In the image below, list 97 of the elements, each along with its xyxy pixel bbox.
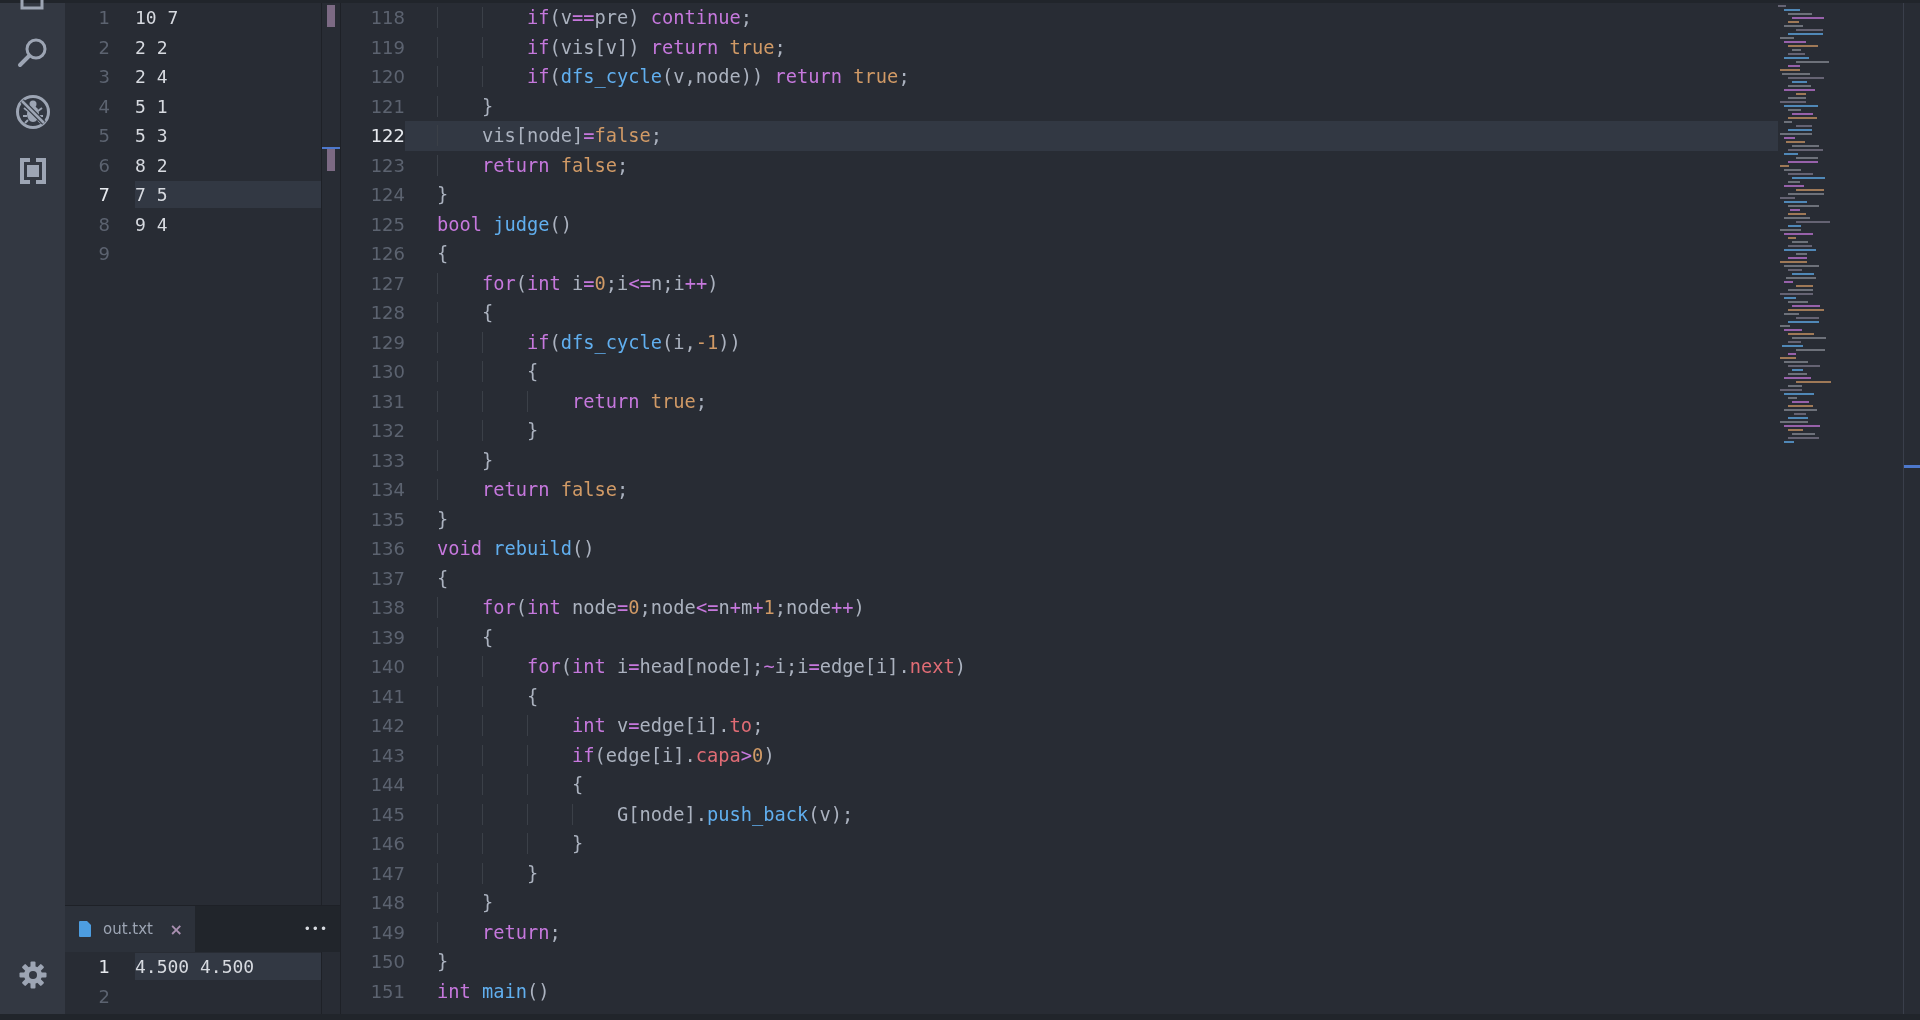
line-number: 118 (369, 6, 405, 30)
code-line: if(vis[v]) return true; (405, 32, 1778, 62)
code-line: if(dfs_cycle(i,-1)) (405, 327, 1778, 357)
line-number: 125 (369, 212, 405, 237)
settings-icon[interactable] (17, 960, 48, 990)
line-number: 131 (369, 389, 405, 414)
code-line: for(int i=0;i<=n;i++) (405, 268, 1778, 298)
line-number: 136 (369, 537, 405, 561)
code-line: } (436, 507, 450, 532)
line-number: 133 (369, 448, 405, 473)
code-line: return true; (405, 386, 1778, 416)
code-line: } (405, 445, 1778, 475)
code-line: 9 4 (135, 212, 169, 237)
line-number: 4 (97, 95, 111, 117)
code-line: 2 4 (135, 65, 169, 90)
line-number: 141 (369, 684, 405, 709)
scroll-marker (327, 149, 335, 171)
code-line: { (436, 566, 450, 591)
code-line: G[node].push_back(v); (405, 799, 1778, 829)
line-number: 142 (369, 714, 405, 738)
line-number: 2 (97, 36, 111, 58)
code-line: 5 1 (135, 94, 169, 119)
extension-icon[interactable] (17, 156, 48, 186)
line-number: 122 (369, 124, 405, 148)
code-line: } (436, 950, 450, 974)
line-number: 146 (369, 832, 405, 856)
code-line: } (405, 416, 1778, 446)
line-number: 126 (369, 242, 405, 266)
code-line: } (405, 91, 1778, 121)
line-number: 149 (369, 920, 405, 945)
code-line: return false; (405, 150, 1778, 180)
code-line: bool judge() (436, 212, 574, 237)
line-number: 130 (369, 360, 405, 384)
cursor-marker (322, 147, 340, 149)
code-line: 10 7 (135, 6, 180, 31)
file-tab[interactable]: out.txt × (65, 906, 195, 952)
line-number: 1 (97, 7, 111, 29)
code-line: return; (405, 917, 1778, 947)
line-number: 1 (97, 956, 111, 978)
line-number: 9 (97, 243, 111, 265)
file-icon (79, 921, 91, 937)
line-number: 7 (97, 184, 111, 206)
code-line: } (405, 829, 1778, 859)
code-line: for(int node=0;node<=n+m+1;node++) (405, 593, 1778, 623)
line-number: 139 (369, 625, 405, 650)
code-line: { (436, 242, 450, 266)
code-line: } (405, 858, 1778, 888)
more-button[interactable]: ••• (303, 922, 328, 936)
code-line: if(v==pre) continue; (405, 3, 1778, 33)
code-line: if(dfs_cycle(v,node)) return true; (405, 62, 1778, 92)
line-number: 3 (97, 66, 111, 88)
line-number: 143 (369, 743, 405, 768)
code-line: 5 3 (135, 124, 169, 149)
line-number: 127 (369, 271, 405, 296)
line-number: 2 (97, 985, 111, 1007)
code-line: 8 2 (135, 153, 169, 178)
line-number: 147 (369, 861, 405, 886)
code-line: { (405, 298, 1778, 328)
line-number: 140 (369, 655, 405, 679)
file-icon[interactable] (19, 0, 46, 10)
code-line: { (405, 622, 1778, 652)
code-line: for(int i=head[node];~i;i=edge[i].next) (405, 652, 1778, 682)
scroll-marker (1904, 465, 1920, 468)
line-number: 145 (369, 802, 405, 827)
code-line: if(edge[i].capa>0) (405, 740, 1778, 770)
code-line: { (405, 770, 1778, 800)
code-line: } (405, 888, 1778, 918)
line-number: 121 (369, 94, 405, 119)
code-line: int v=edge[i].to; (405, 711, 1778, 741)
line-number: 5 (97, 125, 111, 147)
line-number: 150 (369, 950, 405, 974)
line-number: 6 (97, 154, 111, 176)
line-number: 151 (369, 979, 405, 1004)
scroll-marker (327, 5, 335, 27)
line-number: 8 (97, 213, 111, 235)
line-number: 137 (369, 566, 405, 591)
line-number: 148 (369, 891, 405, 915)
line-number: 123 (369, 153, 405, 178)
line-number: 120 (369, 65, 405, 89)
line-number: 138 (369, 596, 405, 620)
code-line: 2 2 (135, 35, 169, 60)
line-number: 119 (369, 35, 405, 60)
line-number: 129 (369, 330, 405, 355)
code-line: return false; (405, 475, 1778, 505)
code-line: void rebuild() (436, 537, 596, 561)
code-line: int main() (436, 979, 551, 1004)
line-number: 134 (369, 478, 405, 502)
code-line: { (405, 357, 1778, 387)
search-icon[interactable] (16, 36, 49, 68)
line-number: 132 (369, 419, 405, 443)
line-number: 144 (369, 773, 405, 797)
code-line: } (436, 183, 450, 207)
line-number: 135 (369, 507, 405, 532)
close-icon[interactable]: × (169, 919, 183, 939)
line-number: 128 (369, 301, 405, 325)
code-line: { (405, 681, 1778, 711)
line-number: 124 (369, 183, 405, 207)
